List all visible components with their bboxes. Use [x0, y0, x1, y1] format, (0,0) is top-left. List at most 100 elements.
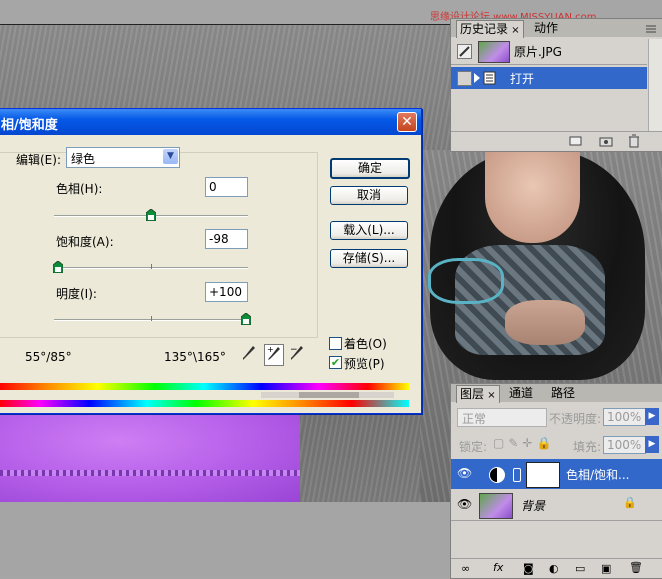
eye-icon[interactable]: 👁 — [457, 497, 472, 511]
eyedropper-icon[interactable] — [240, 345, 258, 365]
fx-icon[interactable]: fx — [493, 561, 503, 574]
opacity-label: 不透明度: — [549, 412, 602, 426]
saturation-input[interactable]: -98 — [205, 229, 248, 249]
layer-row-background[interactable]: 👁 背景 🔒 — [451, 490, 662, 520]
history-panel: 历史记录 × 动作 原片.JPG 打开 — [450, 18, 662, 152]
eyedropper-plus-icon[interactable]: + — [264, 344, 284, 366]
dialog-title: 相/饱和度 — [1, 118, 58, 133]
blend-mode-value: 正常 — [462, 412, 487, 426]
history-footer — [451, 131, 662, 152]
layer-name: 色相/饱和... — [566, 468, 630, 482]
workspace-background — [0, 502, 450, 577]
svg-text:−: − — [290, 345, 298, 355]
tab-channels[interactable]: 通道 — [506, 385, 536, 402]
hue-slider-thumb[interactable] — [146, 209, 156, 221]
snapshot-label: 原片.JPG — [514, 45, 562, 59]
hue-saturation-dialog: 相/饱和度 ✕ 编辑(E): 绿色 ▼ 色相(H): 0 饱和度(A): -98… — [0, 108, 422, 414]
history-item-open[interactable]: 打开 — [451, 67, 647, 89]
hue-input[interactable]: 0 — [205, 177, 248, 197]
range-falloff-right[interactable] — [359, 392, 394, 398]
range-falloff-left[interactable] — [261, 392, 299, 398]
new-group-icon[interactable]: ▭ — [575, 562, 585, 575]
range-right-readout: 135°\165° — [164, 350, 226, 364]
new-layer-icon[interactable]: ▣ — [601, 562, 611, 575]
fill-arrow-icon[interactable]: ▶ — [645, 436, 659, 453]
edit-groupbox — [0, 152, 318, 338]
tab-actions[interactable]: 动作 — [531, 20, 561, 37]
saturation-slider-thumb[interactable] — [52, 261, 63, 273]
new-adjustment-layer-icon[interactable]: ◐ — [549, 562, 559, 575]
opacity-arrow-icon[interactable]: ▶ — [645, 408, 659, 425]
colorize-label: 着色(O) — [344, 337, 387, 351]
save-button[interactable]: 存储(S)... — [330, 249, 408, 268]
saturation-center-tick — [151, 264, 152, 269]
close-icon: ✕ — [401, 114, 413, 130]
tab-history-label: 历史记录 — [460, 22, 509, 36]
adjustment-layer-icon — [489, 467, 505, 483]
eye-icon[interactable]: 👁 — [457, 466, 472, 480]
add-mask-icon[interactable]: ◙ — [523, 562, 534, 575]
lightness-center-tick — [151, 316, 152, 321]
trash-icon[interactable] — [627, 134, 641, 148]
lock-icon: 🔒 — [623, 496, 637, 509]
hue-label: 色相(H): — [56, 182, 103, 196]
new-document-from-state-icon[interactable] — [569, 135, 583, 147]
photo-arm — [505, 300, 585, 345]
dialog-titlebar[interactable]: 相/饱和度 ✕ — [0, 109, 421, 135]
edit-select-value: 绿色 — [71, 152, 96, 166]
panel-menu-icon[interactable] — [646, 23, 658, 33]
tab-layers-label: 图层 — [460, 387, 485, 401]
lock-icons[interactable]: ▢✎✛🔒 — [493, 436, 555, 450]
fill-input[interactable]: 100% — [603, 436, 646, 454]
snapshot-thumbnail — [478, 41, 510, 63]
fill-label: 填充: — [573, 440, 602, 454]
preview-label: 预览(P) — [344, 357, 385, 371]
history-state-checkbox[interactable] — [457, 71, 472, 86]
history-scrollbar[interactable] — [648, 39, 662, 131]
layers-panel: 图层 × 通道 路径 正常 不透明度: 100% ▶ 锁定: ▢✎✛🔒 填充: … — [450, 383, 662, 579]
blend-mode-select[interactable]: 正常 — [457, 408, 547, 427]
colorize-checkbox[interactable] — [329, 337, 342, 350]
layer-name: 背景 — [521, 499, 546, 513]
history-snapshot-row[interactable]: 原片.JPG — [451, 39, 647, 63]
photo-face — [485, 148, 580, 243]
layers-footer: ∞ fx ◙ ◐ ▭ ▣ 🗑 — [451, 558, 662, 579]
edit-label: 编辑(E): — [16, 153, 61, 167]
layer-row-hue-saturation[interactable]: 👁 色相/饱和... — [451, 459, 662, 489]
preview-checkbox[interactable]: ✔ — [329, 356, 342, 369]
cancel-button[interactable]: 取消 — [330, 186, 408, 205]
photo-sunglasses — [428, 258, 504, 304]
tab-close-icon[interactable]: × — [484, 390, 495, 401]
tab-history[interactable]: 历史记录 × — [456, 20, 524, 38]
layer-mask-thumbnail[interactable] — [526, 462, 560, 488]
opacity-input[interactable]: 100% — [603, 408, 646, 426]
link-layers-icon[interactable]: ∞ — [461, 562, 470, 575]
range-band[interactable] — [299, 392, 359, 398]
lightness-slider-thumb[interactable] — [241, 313, 251, 325]
adjusted-spectrum-bar — [0, 400, 409, 407]
photo-purple-skirt — [0, 415, 300, 502]
eyedropper-minus-icon[interactable]: − — [288, 345, 306, 365]
history-open-icon — [474, 70, 498, 89]
close-button[interactable]: ✕ — [397, 112, 417, 132]
lightness-input[interactable]: +100 — [205, 282, 248, 302]
tab-paths[interactable]: 路径 — [548, 385, 578, 402]
ok-button[interactable]: 确定 — [330, 158, 410, 179]
canvas-top-border — [0, 24, 450, 25]
edit-select[interactable]: 绿色 ▼ — [66, 147, 180, 168]
saturation-label: 饱和度(A): — [56, 235, 114, 249]
trash-icon[interactable]: 🗑 — [629, 561, 643, 574]
checkmark-icon: ✔ — [330, 356, 341, 369]
link-chain-icon[interactable] — [513, 468, 521, 482]
lightness-label: 明度(I): — [56, 287, 97, 301]
history-divider — [451, 64, 647, 65]
layers-divider — [451, 520, 662, 521]
history-brush-icon[interactable] — [457, 44, 472, 59]
chevron-down-icon: ▼ — [163, 149, 178, 164]
color-spectrum-bar — [0, 383, 409, 390]
camera-snapshot-icon[interactable] — [599, 135, 613, 147]
tab-layers[interactable]: 图层 × — [456, 385, 500, 403]
layer-thumbnail — [479, 493, 513, 519]
load-button[interactable]: 载入(L)... — [330, 221, 408, 240]
tab-close-icon[interactable]: × — [508, 25, 519, 36]
